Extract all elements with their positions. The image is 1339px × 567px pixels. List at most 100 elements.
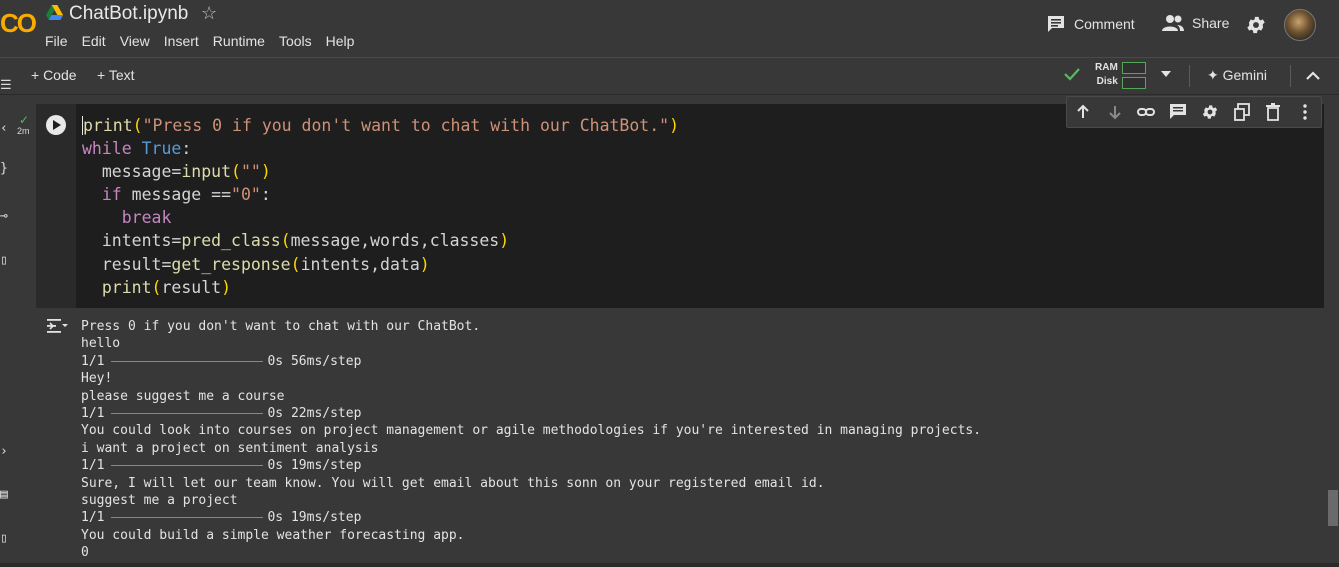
- gemini-label: Gemini: [1222, 67, 1267, 83]
- resource-monitor[interactable]: RAM Disk: [1095, 61, 1118, 89]
- comment-icon[interactable]: [1162, 97, 1194, 127]
- progress-line: 1/1 0s 19ms/step: [81, 509, 981, 526]
- google-drive-icon[interactable]: [46, 5, 63, 20]
- star-icon[interactable]: ☆: [201, 3, 217, 24]
- terminal-window-icon[interactable]: ▯: [0, 531, 8, 546]
- progress-rate: 19ms/step: [290, 458, 362, 474]
- code-line[interactable]: intents=pred_class(message,words,classes…: [82, 229, 679, 252]
- secrets-key-icon[interactable]: ⊸: [0, 209, 8, 224]
- ram-meter: [1122, 62, 1146, 74]
- menu-item-help[interactable]: Help: [326, 33, 355, 49]
- progress-time: 0s: [267, 458, 284, 474]
- cell-toolbar: [1066, 96, 1322, 128]
- output-line: hello: [81, 336, 121, 352]
- output-line: Press 0 if you don't want to chat with o…: [81, 319, 481, 334]
- comment-label: Comment: [1074, 16, 1135, 32]
- menu-bar: File Edit View Insert Runtime Tools Help: [45, 33, 368, 49]
- output-line: i want a project on sentiment analysis: [81, 440, 379, 456]
- bottom-border: [0, 563, 1339, 567]
- code-line[interactable]: break: [82, 206, 679, 229]
- gemini-sparkle-icon: ✦: [1207, 67, 1223, 83]
- more-icon[interactable]: [1289, 97, 1321, 127]
- code-cell[interactable]: print("Press 0 if you don't want to chat…: [36, 104, 1324, 308]
- delete-icon[interactable]: [1258, 97, 1290, 127]
- connected-check-icon[interactable]: [1062, 64, 1082, 84]
- progress-rate: 22ms/step: [290, 406, 362, 422]
- logo-text: CO: [0, 8, 37, 38]
- progress-rate: 19ms/step: [290, 510, 362, 526]
- terminal-icon[interactable]: ›: [0, 444, 8, 459]
- menu-item-runtime[interactable]: Runtime: [213, 33, 265, 49]
- progress-line: 1/1 0s 56ms/step: [81, 353, 981, 370]
- progress-line: 1/1 0s 22ms/step: [81, 405, 981, 422]
- user-avatar[interactable]: [1284, 9, 1316, 41]
- comment-button[interactable]: Comment: [1046, 14, 1135, 34]
- disk-meter: [1122, 77, 1146, 89]
- divider: [1290, 65, 1291, 87]
- gemini-button[interactable]: ✦ Gemini: [1207, 67, 1267, 84]
- execution-time: 2m: [17, 126, 30, 136]
- chevron-up-icon[interactable]: [1306, 70, 1320, 80]
- comment-icon: [1048, 16, 1064, 32]
- output-text: Press 0 if you don't want to chat with o…: [81, 318, 981, 562]
- code-line[interactable]: print(result): [82, 276, 679, 299]
- code-snippets-icon[interactable]: }: [0, 161, 8, 176]
- search-icon[interactable]: ‹: [0, 121, 8, 136]
- table-of-contents-icon[interactable]: ☰: [0, 78, 12, 93]
- progress-count: 1/1: [81, 353, 105, 369]
- command-palette-icon[interactable]: ▤: [0, 487, 8, 502]
- output-line: You could build a simple weather forecas…: [81, 527, 465, 543]
- cell-gutter: [36, 104, 76, 308]
- execution-success-check-icon: ✓: [19, 113, 30, 127]
- left-side-rail: ☰ ‹ } ⊸ ▯ › ▤ ▯: [0, 78, 12, 567]
- menu-item-view[interactable]: View: [120, 33, 150, 49]
- mirror-icon[interactable]: [1226, 97, 1258, 127]
- code-line[interactable]: while True:: [82, 137, 679, 160]
- add-code-button[interactable]: + Code: [31, 67, 77, 83]
- people-icon: [1162, 15, 1184, 31]
- chevron-down-icon[interactable]: [1161, 71, 1171, 77]
- add-text-button[interactable]: + Text: [97, 67, 135, 83]
- menu-item-insert[interactable]: Insert: [164, 33, 199, 49]
- code-line[interactable]: if message =="0":: [82, 183, 679, 206]
- output-line: please suggest me a course: [81, 388, 285, 404]
- run-cell-button[interactable]: [46, 115, 66, 135]
- menu-item-tools[interactable]: Tools: [279, 33, 312, 49]
- menu-item-edit[interactable]: Edit: [82, 33, 106, 49]
- progress-bar: [111, 413, 264, 415]
- code-line[interactable]: message=input(""): [82, 160, 679, 183]
- progress-time: 0s: [267, 353, 284, 369]
- settings-gear-icon[interactable]: [1245, 14, 1267, 36]
- colab-logo[interactable]: CO: [0, 8, 37, 39]
- files-folder-icon[interactable]: ▯: [0, 253, 8, 268]
- code-editor[interactable]: print("Press 0 if you don't want to chat…: [82, 114, 679, 299]
- disk-label: Disk: [1096, 76, 1118, 87]
- notebook-toolbar: + Code + Text RAM Disk ✦ Gemini: [0, 58, 1339, 95]
- scrollbar-thumb[interactable]: [1328, 490, 1338, 526]
- progress-line: 1/1 0s 19ms/step: [81, 457, 981, 474]
- output-line: suggest me a project: [81, 493, 238, 509]
- progress-time: 0s: [267, 406, 284, 422]
- share-label: Share: [1192, 15, 1230, 31]
- menu-item-file[interactable]: File: [45, 33, 68, 49]
- settings-icon[interactable]: [1194, 97, 1226, 127]
- notebook-title[interactable]: ChatBot.ipynb: [69, 3, 188, 25]
- cell-output: Press 0 if you don't want to chat with o…: [36, 310, 1324, 564]
- code-line[interactable]: print("Press 0 if you don't want to chat…: [82, 114, 679, 137]
- output-line: Sure, I will let our team know. You will…: [81, 475, 825, 491]
- progress-count: 1/1: [81, 458, 105, 474]
- output-line: Hey!: [81, 371, 113, 387]
- share-button[interactable]: Share: [1162, 14, 1229, 32]
- progress-bar: [111, 360, 264, 362]
- progress-count: 1/1: [81, 510, 105, 526]
- code-line[interactable]: result=get_response(intents,data): [82, 253, 679, 276]
- output-line: 0: [81, 545, 89, 561]
- output-line: You could look into courses on project m…: [81, 423, 982, 439]
- ram-label: RAM: [1095, 62, 1118, 73]
- progress-bar: [111, 517, 264, 519]
- output-actions-icon[interactable]: [46, 318, 68, 334]
- header: CO ChatBot.ipynb ☆ File Edit View Insert Run…: [0, 0, 1339, 58]
- move-up-icon[interactable]: [1067, 97, 1099, 127]
- move-down-icon[interactable]: [1099, 97, 1131, 127]
- link-icon[interactable]: [1131, 97, 1163, 127]
